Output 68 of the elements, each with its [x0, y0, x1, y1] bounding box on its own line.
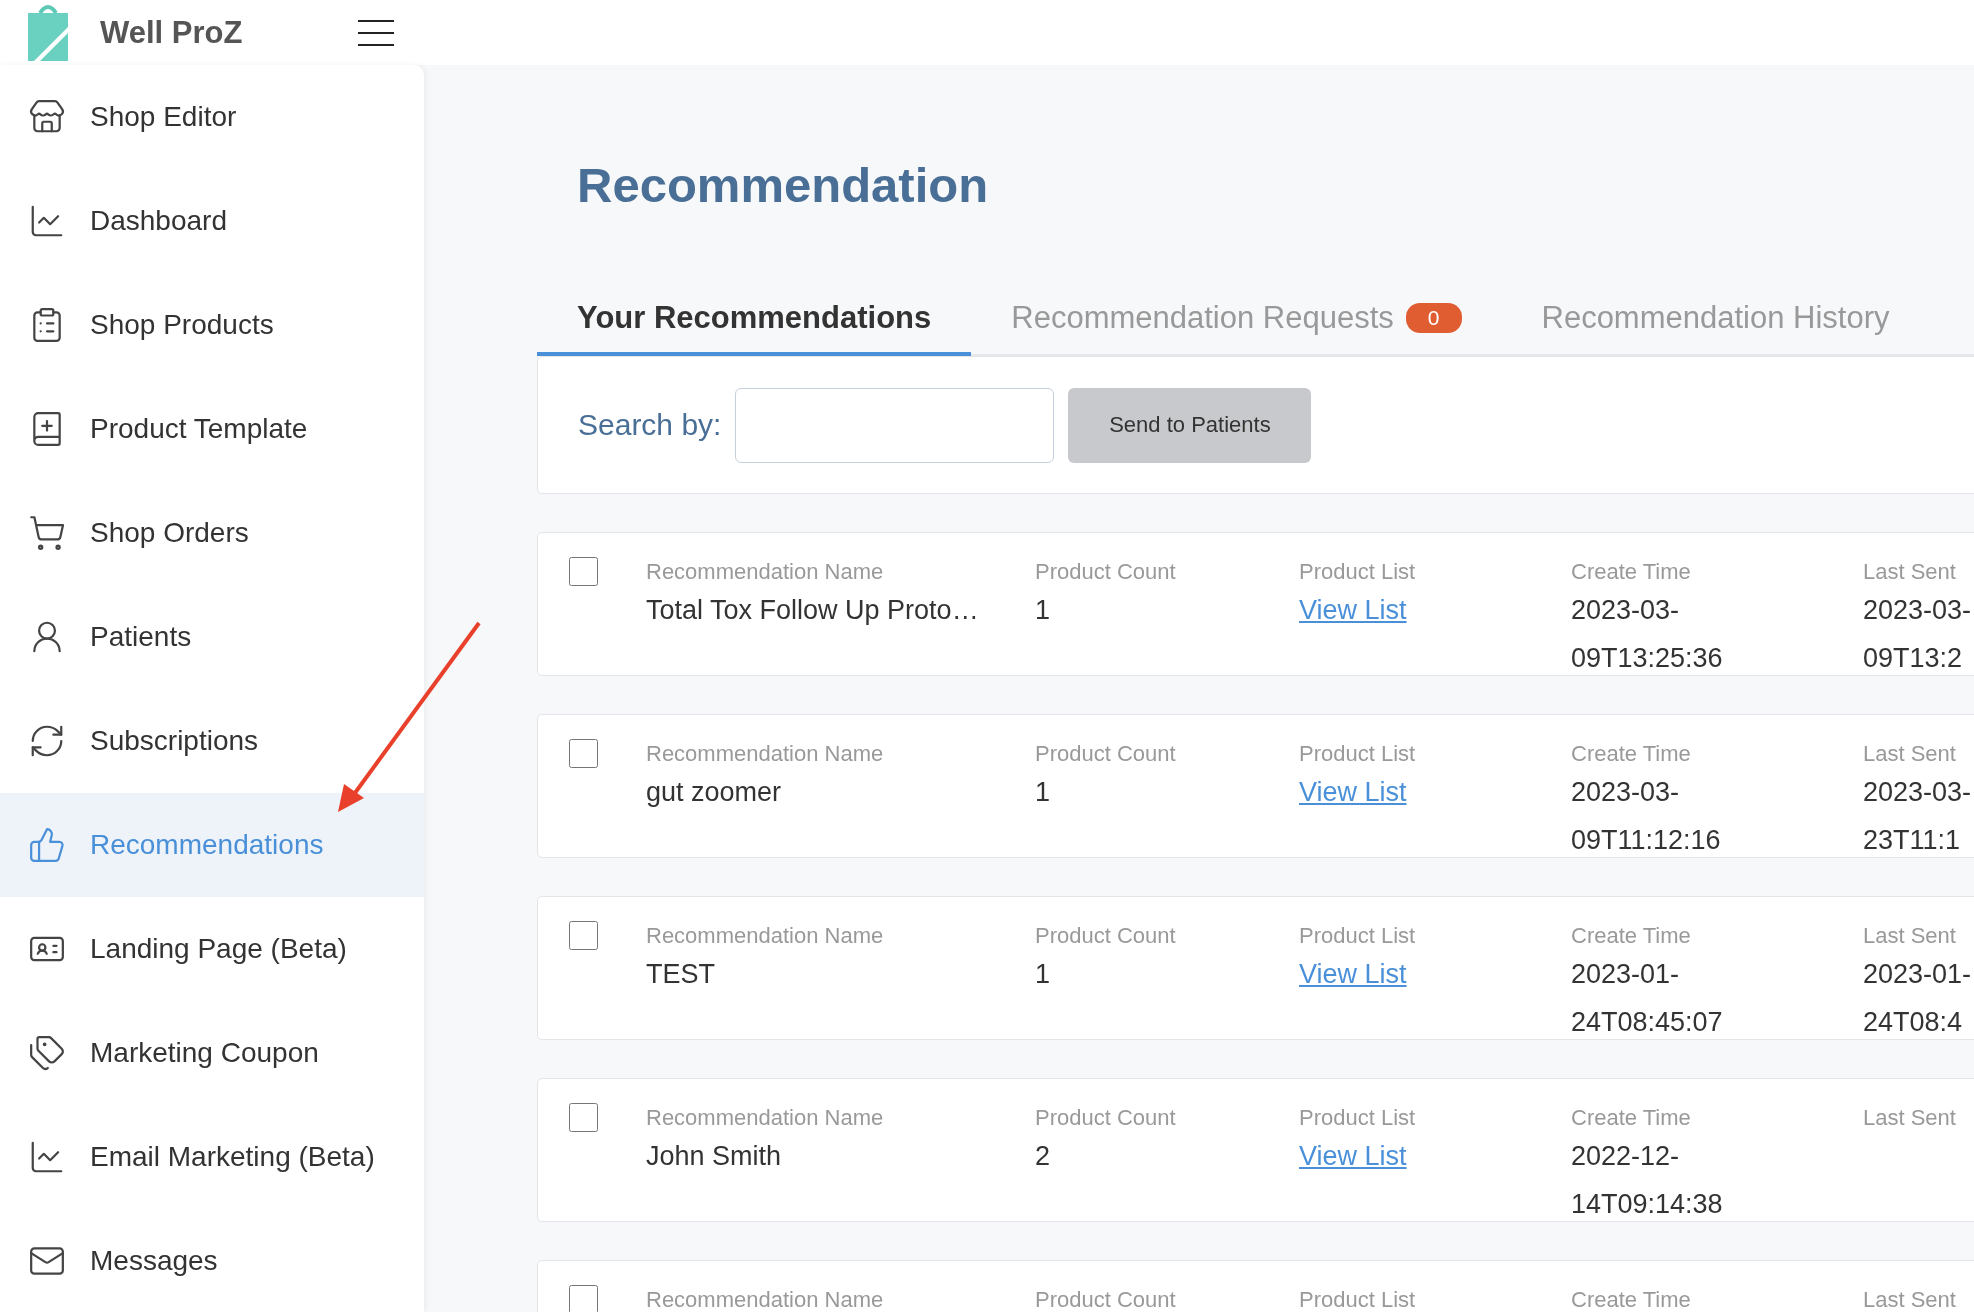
row-checkbox[interactable] [569, 1103, 598, 1132]
column-header: Last Sent [1863, 740, 1957, 768]
menu-button[interactable] [358, 19, 394, 46]
recommendation-name: gut zoomer [646, 776, 783, 809]
column-header: Product List [1299, 1286, 1417, 1312]
thumbs-up-icon [28, 826, 66, 864]
column-header: Product Count [1035, 1286, 1177, 1312]
create-time: 2023-01-24T08:45:07 [1571, 958, 1724, 1039]
column-header: Product Count [1035, 922, 1177, 950]
create-time: 2022-12-14T09:14:38 [1571, 1140, 1724, 1221]
cart-icon [28, 514, 66, 552]
column-header: Recommendation Name [646, 1104, 885, 1132]
row-checkbox[interactable] [569, 921, 598, 950]
last-sent-time: 2023-01-24T08:4 [1863, 958, 1973, 1039]
sidebar-item[interactable]: Subscriptions [0, 689, 424, 793]
sidebar-item[interactable]: Shop Products [0, 273, 424, 377]
search-field[interactable] [735, 387, 1055, 463]
row-checkbox[interactable] [569, 739, 598, 768]
count-badge: 0 [1405, 303, 1462, 333]
page-title: Recommendation [577, 161, 990, 210]
column-header: Create Time [1571, 922, 1692, 950]
sidebar-item[interactable]: Landing Page (Beta) [0, 897, 424, 1001]
product-count: 1 [1035, 958, 1052, 991]
column-header: Product List [1299, 922, 1417, 950]
product-count: 2 [1035, 1140, 1052, 1173]
last-sent-time: 2023-03-23T11:1 [1863, 776, 1973, 857]
column-header: Last Sent [1863, 558, 1957, 586]
column-header: Recommendation Name [646, 1286, 885, 1312]
column-header: Create Time [1571, 1286, 1692, 1312]
product-count: 1 [1035, 776, 1052, 809]
column-header: Recommendation Name [646, 922, 885, 950]
recommendation-name: Total Tox Follow Up Proto… [646, 594, 980, 627]
column-header: Last Sent [1863, 922, 1957, 950]
column-header: Create Time [1571, 1104, 1692, 1132]
last-sent-time: 2023-03-09T13:2 [1863, 594, 1973, 675]
search-label: Search by: [578, 408, 722, 442]
brand-name: Well ProZ [100, 14, 244, 51]
column-header: Create Time [1571, 740, 1692, 768]
sidebar-item[interactable]: Email Marketing (Beta) [0, 1105, 424, 1209]
column-header: Create Time [1571, 558, 1692, 586]
column-header: Product Count [1035, 1104, 1177, 1132]
column-header: Last Sent [1863, 1286, 1957, 1312]
sidebar-item[interactable]: Messages [0, 1209, 424, 1312]
tab[interactable]: Recommendation Requests 0 [971, 300, 1502, 356]
recommendation-name: TEST [646, 958, 716, 991]
sidebar-item[interactable]: Shop Orders [0, 481, 424, 585]
column-header: Last Sent [1863, 1104, 1957, 1132]
sidebar-item[interactable]: Patients [0, 585, 424, 689]
column-header: Product List [1299, 558, 1417, 586]
column-header: Product Count [1035, 558, 1177, 586]
sidebar-item[interactable]: Marketing Coupon [0, 1001, 424, 1105]
create-time: 2023-03-09T13:25:36 [1571, 594, 1724, 675]
row-checkbox[interactable] [569, 1285, 598, 1312]
column-header: Recommendation Name [646, 740, 885, 768]
column-header: Product List [1299, 740, 1417, 768]
create-time: 2023-03-09T11:12:16 [1571, 776, 1722, 857]
column-header: Product Count [1035, 740, 1177, 768]
send-button[interactable]: Send to Patients [1068, 387, 1312, 463]
tags-icon [28, 1034, 66, 1072]
logo-icon [26, 2, 70, 63]
product-count: 1 [1035, 594, 1052, 627]
sidebar-item[interactable]: Shop Editor [0, 65, 424, 169]
sidebar-item[interactable]: Dashboard [0, 169, 424, 273]
sidebar-item[interactable]: Product Template [0, 377, 424, 481]
row-checkbox[interactable] [569, 557, 598, 586]
column-header: Product List [1299, 1104, 1417, 1132]
recommendation-name: John Smith [646, 1140, 783, 1173]
column-header: Recommendation Name [646, 558, 885, 586]
